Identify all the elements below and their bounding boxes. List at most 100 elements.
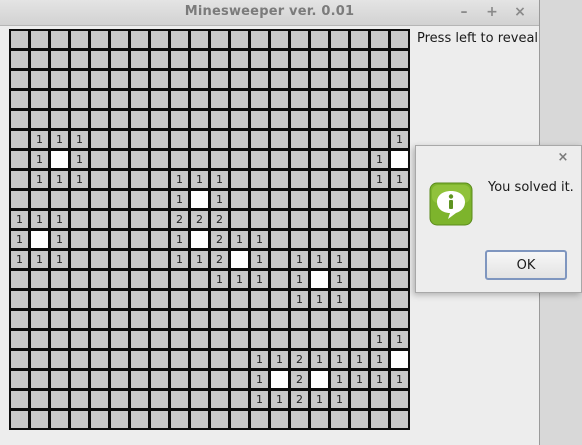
unrevealed-cell[interactable] [231, 371, 248, 388]
unrevealed-cell[interactable] [71, 71, 88, 88]
unrevealed-cell[interactable] [51, 371, 68, 388]
unrevealed-cell[interactable] [171, 271, 188, 288]
unrevealed-cell[interactable] [371, 211, 388, 228]
unrevealed-cell[interactable] [11, 271, 28, 288]
unrevealed-cell[interactable] [11, 351, 28, 368]
unrevealed-cell[interactable] [351, 191, 368, 208]
unrevealed-cell[interactable] [271, 151, 288, 168]
unrevealed-cell[interactable] [11, 111, 28, 128]
unrevealed-cell[interactable] [291, 71, 308, 88]
unrevealed-cell[interactable] [171, 331, 188, 348]
unrevealed-cell[interactable] [151, 271, 168, 288]
unrevealed-cell[interactable] [51, 51, 68, 68]
number-cell[interactable]: 1 [171, 231, 188, 248]
unrevealed-cell[interactable] [251, 51, 268, 68]
unrevealed-cell[interactable] [391, 391, 408, 408]
unrevealed-cell[interactable] [211, 91, 228, 108]
unrevealed-cell[interactable] [371, 291, 388, 308]
unrevealed-cell[interactable] [211, 371, 228, 388]
unrevealed-cell[interactable] [31, 111, 48, 128]
number-cell[interactable]: 1 [271, 391, 288, 408]
number-cell[interactable]: 1 [391, 331, 408, 348]
unrevealed-cell[interactable] [91, 351, 108, 368]
unrevealed-cell[interactable] [51, 71, 68, 88]
number-cell[interactable]: 1 [71, 151, 88, 168]
unrevealed-cell[interactable] [351, 271, 368, 288]
number-cell[interactable]: 1 [71, 131, 88, 148]
unrevealed-cell[interactable] [271, 291, 288, 308]
number-cell[interactable]: 1 [31, 131, 48, 148]
unrevealed-cell[interactable] [151, 51, 168, 68]
unrevealed-cell[interactable] [151, 31, 168, 48]
number-cell[interactable]: 1 [51, 131, 68, 148]
unrevealed-cell[interactable] [351, 391, 368, 408]
unrevealed-cell[interactable] [271, 211, 288, 228]
number-cell[interactable]: 1 [211, 271, 228, 288]
unrevealed-cell[interactable] [211, 331, 228, 348]
unrevealed-cell[interactable] [331, 71, 348, 88]
unrevealed-cell[interactable] [271, 91, 288, 108]
unrevealed-cell[interactable] [231, 411, 248, 428]
unrevealed-cell[interactable] [11, 411, 28, 428]
unrevealed-cell[interactable] [91, 31, 108, 48]
unrevealed-cell[interactable] [351, 91, 368, 108]
unrevealed-cell[interactable] [391, 51, 408, 68]
number-cell[interactable]: 1 [391, 171, 408, 188]
maximize-button[interactable]: + [484, 3, 500, 21]
unrevealed-cell[interactable] [211, 391, 228, 408]
unrevealed-cell[interactable] [191, 311, 208, 328]
unrevealed-cell[interactable] [371, 131, 388, 148]
unrevealed-cell[interactable] [331, 51, 348, 68]
unrevealed-cell[interactable] [191, 371, 208, 388]
unrevealed-cell[interactable] [231, 311, 248, 328]
unrevealed-cell[interactable] [331, 31, 348, 48]
unrevealed-cell[interactable] [231, 391, 248, 408]
number-cell[interactable]: 1 [171, 171, 188, 188]
number-cell[interactable]: 1 [331, 291, 348, 308]
unrevealed-cell[interactable] [251, 91, 268, 108]
unrevealed-cell[interactable] [311, 411, 328, 428]
unrevealed-cell[interactable] [191, 391, 208, 408]
unrevealed-cell[interactable] [111, 391, 128, 408]
unrevealed-cell[interactable] [151, 411, 168, 428]
unrevealed-cell[interactable] [71, 271, 88, 288]
unrevealed-cell[interactable] [171, 51, 188, 68]
unrevealed-cell[interactable] [11, 371, 28, 388]
number-cell[interactable]: 2 [211, 251, 228, 268]
unrevealed-cell[interactable] [211, 131, 228, 148]
unrevealed-cell[interactable] [211, 411, 228, 428]
unrevealed-cell[interactable] [151, 71, 168, 88]
unrevealed-cell[interactable] [231, 71, 248, 88]
number-cell[interactable]: 1 [51, 211, 68, 228]
unrevealed-cell[interactable] [211, 51, 228, 68]
revealed-empty-cell[interactable] [231, 251, 248, 268]
unrevealed-cell[interactable] [351, 51, 368, 68]
unrevealed-cell[interactable] [131, 111, 148, 128]
unrevealed-cell[interactable] [151, 231, 168, 248]
unrevealed-cell[interactable] [11, 171, 28, 188]
unrevealed-cell[interactable] [111, 271, 128, 288]
unrevealed-cell[interactable] [71, 191, 88, 208]
number-cell[interactable]: 1 [251, 371, 268, 388]
unrevealed-cell[interactable] [171, 91, 188, 108]
minimize-button[interactable]: – [456, 3, 472, 21]
unrevealed-cell[interactable] [391, 91, 408, 108]
unrevealed-cell[interactable] [71, 31, 88, 48]
unrevealed-cell[interactable] [111, 31, 128, 48]
unrevealed-cell[interactable] [191, 151, 208, 168]
unrevealed-cell[interactable] [371, 391, 388, 408]
unrevealed-cell[interactable] [131, 391, 148, 408]
unrevealed-cell[interactable] [131, 71, 148, 88]
unrevealed-cell[interactable] [151, 331, 168, 348]
unrevealed-cell[interactable] [31, 51, 48, 68]
unrevealed-cell[interactable] [371, 251, 388, 268]
unrevealed-cell[interactable] [331, 211, 348, 228]
number-cell[interactable]: 1 [211, 171, 228, 188]
number-cell[interactable]: 1 [51, 251, 68, 268]
unrevealed-cell[interactable] [231, 191, 248, 208]
unrevealed-cell[interactable] [131, 131, 148, 148]
unrevealed-cell[interactable] [11, 31, 28, 48]
unrevealed-cell[interactable] [71, 111, 88, 128]
number-cell[interactable]: 1 [311, 251, 328, 268]
unrevealed-cell[interactable] [111, 231, 128, 248]
